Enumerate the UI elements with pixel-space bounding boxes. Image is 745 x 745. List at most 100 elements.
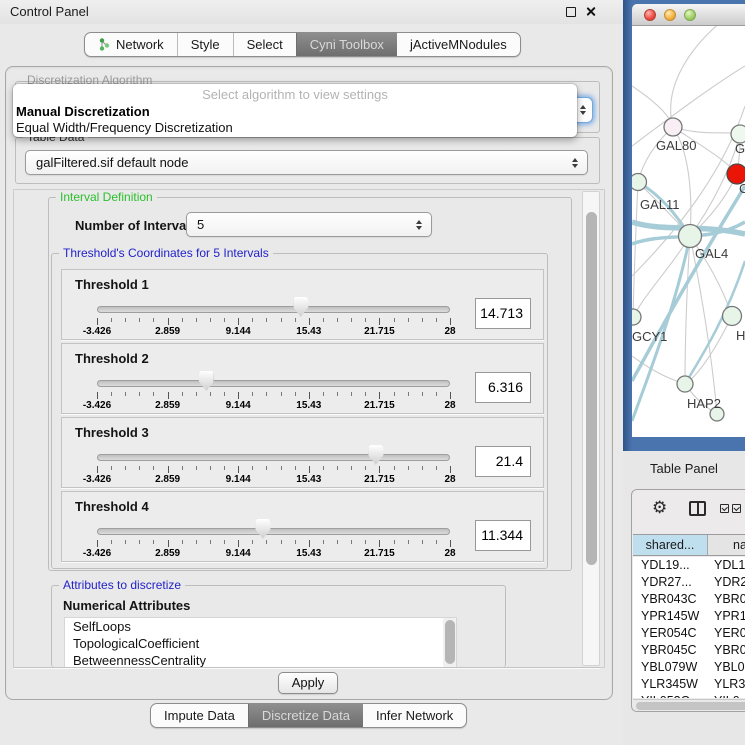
divider bbox=[14, 667, 600, 668]
network-canvas[interactable]: GAL80 G C GAL11 GAL4 GCY1 H HAP2 bbox=[632, 26, 745, 437]
tab-select-label: Select bbox=[247, 33, 283, 56]
table-row[interactable]: YIL052CYIL0 bbox=[633, 693, 745, 698]
tab-impute-data[interactable]: Impute Data bbox=[151, 704, 248, 727]
slider-track[interactable] bbox=[97, 306, 450, 313]
threshold-4-row: Threshold 4 -3.4262.8599.14415.4321.7152… bbox=[61, 491, 544, 562]
threshold-2-value-field[interactable]: 6.316 bbox=[475, 372, 531, 403]
table-horizontal-scrollbar[interactable] bbox=[633, 699, 745, 711]
attributes-list-scrollbar[interactable] bbox=[443, 618, 456, 667]
node-gal4[interactable] bbox=[679, 225, 702, 248]
split-columns-icon[interactable] bbox=[689, 501, 706, 516]
combobox-stepper-icon bbox=[572, 158, 578, 168]
threshold-3-label: Threshold 3 bbox=[75, 425, 149, 440]
algorithm-dropdown-popup: Select algorithm to view settings Manual… bbox=[13, 84, 577, 137]
numerical-attributes-heading: Numerical Attributes bbox=[59, 598, 194, 613]
tab-cyni-toolbox-label: Cyni Toolbox bbox=[310, 33, 384, 56]
apply-button[interactable]: Apply bbox=[278, 672, 338, 694]
scrollbar-thumb[interactable] bbox=[586, 212, 597, 565]
threshold-4-label: Threshold 4 bbox=[75, 499, 149, 514]
node-label: GCY1 bbox=[632, 329, 667, 344]
tab-cyni-toolbox[interactable]: Cyni Toolbox bbox=[296, 33, 397, 56]
number-of-intervals-combobox[interactable]: 5 bbox=[186, 212, 432, 237]
bottom-tab-bar: Impute Data Discretize Data Infer Networ… bbox=[150, 703, 467, 728]
cyni-toolbox-panel: Discretization Algorithm Table Data galF… bbox=[5, 66, 613, 700]
table-panel-header: Table Panel bbox=[623, 451, 745, 487]
node-hap2[interactable] bbox=[677, 376, 693, 392]
node-gcy1[interactable] bbox=[632, 309, 641, 325]
slider-track[interactable] bbox=[97, 528, 450, 535]
numerical-attributes-list[interactable]: SelfLoops TopologicalCoefficient Between… bbox=[64, 617, 457, 668]
table-row[interactable]: YER054CYER0 bbox=[633, 625, 745, 642]
slider-ticks bbox=[97, 539, 450, 547]
attributes-group-title: Attributes to discretize bbox=[59, 578, 185, 592]
node-label: C bbox=[739, 181, 745, 196]
threshold-2-label: Threshold 2 bbox=[75, 351, 149, 366]
close-icon[interactable] bbox=[585, 6, 596, 17]
tab-infer-network[interactable]: Infer Network bbox=[363, 704, 466, 727]
network-window-titlebar bbox=[632, 4, 745, 26]
close-traffic-light-icon[interactable] bbox=[644, 9, 656, 21]
threshold-1-label: Threshold 1 bbox=[75, 277, 149, 292]
slider-track[interactable] bbox=[97, 380, 450, 387]
list-item[interactable]: TopologicalCoefficient bbox=[65, 635, 456, 652]
table-row[interactable]: YBR043CYBR0 bbox=[633, 591, 745, 608]
tab-network-label: Network bbox=[116, 33, 164, 56]
threshold-4-value-field[interactable]: 11.344 bbox=[475, 520, 531, 551]
checkbox-icon[interactable] bbox=[732, 504, 741, 513]
tab-style-label: Style bbox=[191, 33, 220, 56]
algorithm-option-equal-width[interactable]: Equal Width/Frequency Discretization bbox=[16, 120, 233, 135]
threshold-4-slider[interactable]: -3.4262.8599.14415.4321.71528 bbox=[97, 519, 450, 561]
checkbox-icon[interactable] bbox=[720, 504, 729, 513]
table-row[interactable]: YPR145WYPR1 bbox=[633, 608, 745, 625]
gear-icon[interactable]: ⚙ bbox=[652, 498, 667, 518]
tab-style[interactable]: Style bbox=[177, 33, 233, 56]
threshold-3-slider-thumb[interactable] bbox=[368, 445, 383, 465]
slider-track[interactable] bbox=[97, 454, 450, 461]
scrollbar-thumb[interactable] bbox=[445, 620, 455, 664]
combobox-stepper-icon bbox=[580, 105, 586, 115]
table-panel: Table Panel ⚙ shared... na YDL19...YDL1 … bbox=[623, 451, 745, 745]
threshold-2-slider-thumb[interactable] bbox=[199, 371, 214, 391]
threshold-1-slider[interactable]: -3.4262.8599.14415.4321.71528 bbox=[97, 297, 450, 339]
threshold-1-value-field[interactable]: 14.713 bbox=[475, 298, 531, 329]
list-item[interactable]: BetweennessCentrality bbox=[65, 652, 456, 668]
settings-vertical-scrollbar[interactable] bbox=[582, 191, 600, 666]
node-label: G bbox=[735, 141, 745, 156]
column-header-name[interactable]: na bbox=[708, 535, 745, 555]
table-row[interactable]: YBL079WYBL0 bbox=[633, 659, 745, 676]
minimize-traffic-light-icon[interactable] bbox=[664, 9, 676, 21]
column-header-shared-name[interactable]: shared... bbox=[633, 535, 708, 555]
table-data-combobox[interactable]: galFiltered.sif default node bbox=[25, 150, 588, 175]
table-data-combobox-value: galFiltered.sif default node bbox=[36, 155, 188, 170]
scrollbar-thumb[interactable] bbox=[636, 702, 745, 710]
table-row[interactable]: YLR345WYLR3 bbox=[633, 676, 745, 693]
network-icon bbox=[98, 38, 111, 51]
list-item[interactable]: SelfLoops bbox=[65, 618, 456, 635]
float-window-icon[interactable] bbox=[566, 7, 576, 17]
threshold-3-slider[interactable]: -3.4262.8599.14415.4321.71528 bbox=[97, 445, 450, 487]
threshold-3-value-field[interactable]: 21.4 bbox=[475, 446, 531, 477]
table-header-row: shared... na bbox=[633, 534, 745, 556]
threshold-3-row: Threshold 3 -3.4262.8599.14415.4321.7152… bbox=[61, 417, 544, 488]
algorithm-placeholder-option[interactable]: Select algorithm to view settings bbox=[13, 87, 577, 102]
algorithm-option-manual[interactable]: Manual Discretization bbox=[16, 104, 150, 119]
node-gal11[interactable] bbox=[632, 174, 647, 191]
slider-tick-labels: -3.4262.8599.14415.4321.71528 bbox=[97, 474, 450, 486]
node-gal80[interactable] bbox=[664, 118, 682, 136]
table-row[interactable]: YDR27...YDR2 bbox=[633, 574, 745, 591]
node-h[interactable] bbox=[723, 307, 742, 326]
table-row[interactable]: YDL19...YDL1 bbox=[633, 557, 745, 574]
tab-select[interactable]: Select bbox=[233, 33, 296, 56]
tab-impute-data-label: Impute Data bbox=[164, 704, 235, 727]
threshold-2-slider[interactable]: -3.4262.8599.14415.4321.71528 bbox=[97, 371, 450, 413]
tab-network[interactable]: Network bbox=[85, 33, 177, 56]
tab-jactivemnodules[interactable]: jActiveMNodules bbox=[397, 33, 520, 56]
zoom-traffic-light-icon[interactable] bbox=[684, 9, 696, 21]
table-row[interactable]: YBR045CYBR0 bbox=[633, 642, 745, 659]
threshold-4-slider-thumb[interactable] bbox=[255, 519, 270, 539]
threshold-1-slider-thumb[interactable] bbox=[293, 297, 308, 317]
node-label: GAL11 bbox=[640, 197, 680, 212]
node-table: ⚙ shared... na YDL19...YDL1 YDR27...YDR2… bbox=[631, 489, 745, 712]
table-body[interactable]: YDL19...YDL1 YDR27...YDR2 YBR043CYBR0 YP… bbox=[633, 557, 745, 698]
tab-discretize-data[interactable]: Discretize Data bbox=[248, 704, 363, 727]
